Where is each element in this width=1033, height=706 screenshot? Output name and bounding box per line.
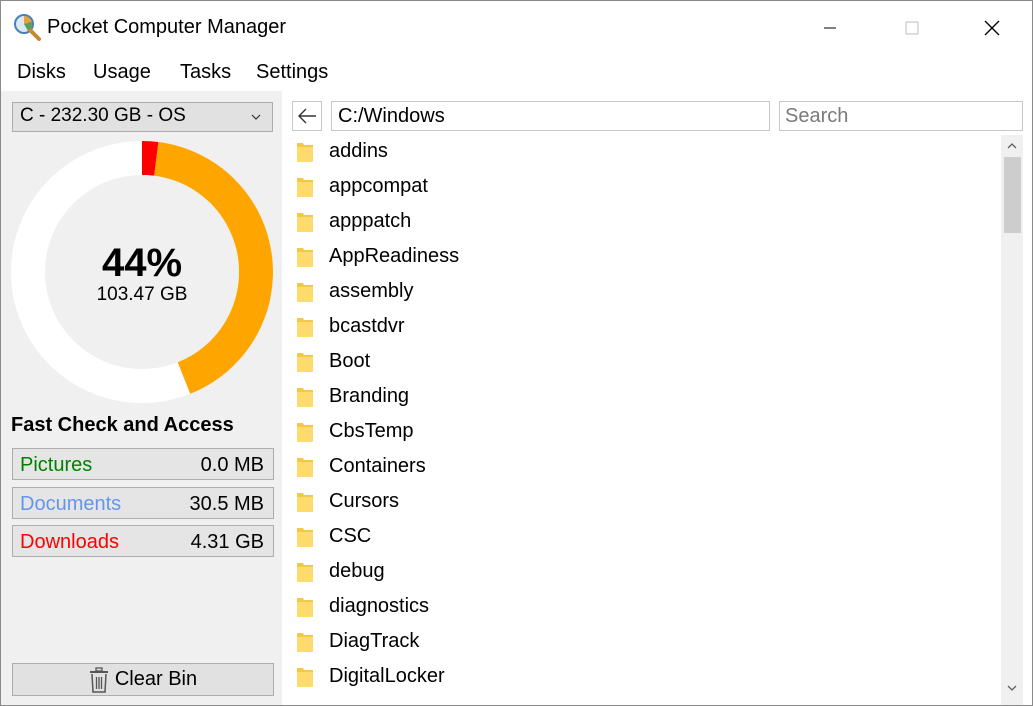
- folder-row[interactable]: Boot: [282, 345, 1002, 380]
- clear-bin-label: Clear Bin: [114, 668, 198, 690]
- folder-row[interactable]: CSC: [282, 520, 1002, 555]
- folder-list: addins appcompat apppatch AppReadiness assem…: [282, 135, 1002, 705]
- scrollbar-thumb[interactable]: [1004, 157, 1021, 233]
- folder-name: Boot: [329, 350, 371, 372]
- folder-name: bcastdvr: [329, 315, 405, 337]
- close-button[interactable]: [963, 1, 1021, 55]
- quick-downloads-label: Downloads: [20, 531, 119, 553]
- folder-icon: [297, 458, 313, 477]
- folder-name: AppReadiness: [329, 245, 460, 267]
- folder-name: Containers: [329, 455, 426, 477]
- folder-name: CSC: [329, 525, 372, 547]
- maximize-icon: [905, 21, 919, 35]
- quick-downloads-value: 4.31 GB: [190, 531, 264, 553]
- clear-bin-button[interactable]: Clear Bin: [12, 663, 274, 696]
- disk-panel: C - 232.30 GB - OS 44% 103.47 GB Fast Ch…: [1, 91, 282, 705]
- folder-row[interactable]: Containers: [282, 450, 1002, 485]
- minimize-icon: [824, 27, 836, 29]
- arrow-left-icon: [298, 108, 316, 124]
- folder-icon: [297, 668, 313, 687]
- folder-row[interactable]: addins: [282, 135, 1002, 170]
- fast-check-title: Fast Check and Access: [11, 414, 234, 436]
- path-input[interactable]: C:/Windows: [331, 101, 770, 131]
- folder-name: apppatch: [329, 210, 412, 232]
- folder-row[interactable]: AppReadiness: [282, 240, 1002, 275]
- folder-name: Branding: [329, 385, 410, 407]
- folder-icon: [297, 493, 313, 512]
- folder-icon: [297, 248, 313, 267]
- scroll-up-icon[interactable]: [1006, 141, 1018, 151]
- menu-settings[interactable]: Settings: [256, 61, 328, 84]
- quick-pictures-value: 0.0 MB: [200, 454, 264, 476]
- disk-select-value: C - 232.30 GB - OS: [20, 105, 186, 126]
- folder-icon: [297, 143, 313, 162]
- folder-name: addins: [329, 140, 388, 162]
- folder-icon: [297, 353, 313, 372]
- magnifier-chart-icon: [14, 14, 41, 41]
- quick-pictures-label: Pictures: [20, 454, 93, 476]
- scroll-down-icon[interactable]: [1006, 683, 1018, 693]
- minimize-button[interactable]: [801, 1, 859, 55]
- title-bar: Pocket Computer Manager: [1, 1, 1032, 55]
- folder-name: debug: [329, 560, 385, 582]
- folder-row[interactable]: DigitalLocker: [282, 660, 1002, 695]
- folder-icon: [297, 318, 313, 337]
- folder-icon: [297, 213, 313, 232]
- folder-row[interactable]: apppatch: [282, 205, 1002, 240]
- quick-documents-value: 30.5 MB: [189, 493, 264, 515]
- window-title: Pocket Computer Manager: [47, 16, 287, 38]
- folder-icon: [297, 563, 313, 582]
- menu-disks[interactable]: Disks: [17, 61, 66, 84]
- back-button[interactable]: [292, 101, 322, 131]
- folder-name: CbsTemp: [329, 420, 414, 442]
- folder-row[interactable]: Branding: [282, 380, 1002, 415]
- folder-name: DiagTrack: [329, 630, 420, 652]
- app-window: Pocket Computer Manager Disks Usage Task…: [0, 0, 1033, 706]
- quick-downloads[interactable]: Downloads 4.31 GB: [12, 525, 274, 557]
- close-icon: [984, 20, 1000, 36]
- folder-row[interactable]: CbsTemp: [282, 415, 1002, 450]
- folder-row[interactable]: assembly: [282, 275, 1002, 310]
- folder-icon: [297, 598, 313, 617]
- trash-icon: [89, 666, 108, 693]
- quick-documents[interactable]: Documents 30.5 MB: [12, 487, 274, 519]
- folder-row[interactable]: debug: [282, 555, 1002, 590]
- used-size: 103.47 GB: [96, 284, 188, 305]
- folder-row[interactable]: appcompat: [282, 170, 1002, 205]
- explorer-panel: C:/Windows Search addins appcompat apppatc…: [282, 91, 1032, 705]
- folder-icon: [297, 633, 313, 652]
- quick-documents-label: Documents: [20, 493, 122, 515]
- quick-pictures[interactable]: Pictures 0.0 MB: [12, 448, 274, 480]
- folder-name: assembly: [329, 280, 414, 302]
- folder-icon: [297, 283, 313, 302]
- menu-usage[interactable]: Usage: [93, 61, 151, 84]
- maximize-button[interactable]: [883, 1, 941, 55]
- menu-bar: Disks Usage Tasks Settings: [1, 55, 1032, 91]
- chevron-down-icon: [251, 114, 261, 120]
- usage-percent: 44%: [101, 241, 183, 285]
- folder-name: Cursors: [329, 490, 400, 512]
- menu-tasks[interactable]: Tasks: [180, 61, 231, 84]
- folder-name: diagnostics: [329, 595, 430, 617]
- folder-row[interactable]: Cursors: [282, 485, 1002, 520]
- folder-row[interactable]: diagnostics: [282, 590, 1002, 625]
- folder-icon: [297, 178, 313, 197]
- folder-name: DigitalLocker: [329, 665, 445, 687]
- folder-icon: [297, 423, 313, 442]
- search-input[interactable]: Search: [779, 101, 1023, 131]
- folder-icon: [297, 388, 313, 407]
- folder-row[interactable]: bcastdvr: [282, 310, 1002, 345]
- folder-row[interactable]: DiagTrack: [282, 625, 1002, 660]
- folder-name: appcompat: [329, 175, 428, 197]
- disk-select[interactable]: C - 232.30 GB - OS: [12, 102, 273, 132]
- vertical-scrollbar[interactable]: [1001, 135, 1023, 705]
- folder-icon: [297, 528, 313, 547]
